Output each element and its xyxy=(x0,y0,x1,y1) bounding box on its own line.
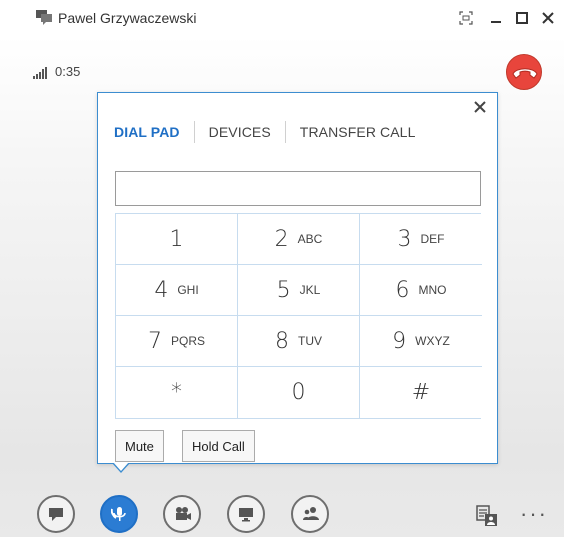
key-letters: ABC xyxy=(297,232,323,246)
signal-strength-icon xyxy=(33,66,49,79)
hang-up-icon xyxy=(512,68,538,79)
tab-devices[interactable]: DEVICES xyxy=(209,124,271,140)
tab-transfer-call[interactable]: TRANSFER CALL xyxy=(300,124,416,140)
monitor-icon xyxy=(239,508,253,522)
key-letters: WXYZ xyxy=(415,334,450,348)
key-letters: DEF xyxy=(420,232,445,246)
popup-pointer-inner xyxy=(113,462,129,471)
call-controls-button[interactable] xyxy=(100,495,138,533)
key-letters: MNO xyxy=(418,283,447,297)
key-7[interactable]: 7 PQRS xyxy=(116,316,238,367)
key-hash[interactable]: # xyxy=(360,367,482,418)
keypad: 1 2 ABC 3 DEF 4 GHI 5 JKL 6 MNO 7 PQRS 8 TUV 9W… xyxy=(115,213,482,419)
key-star[interactable]: * xyxy=(116,367,238,418)
key-digit: 3 xyxy=(397,226,412,252)
key-letters: GHI xyxy=(177,283,199,297)
key-letters: TUV xyxy=(298,334,322,348)
call-duration: 0:35 xyxy=(55,64,81,79)
window-title: Pawel Grzywaczewski xyxy=(58,10,197,26)
key-0[interactable]: 0 xyxy=(238,367,360,418)
mute-button[interactable]: Mute xyxy=(115,430,164,462)
participants-button[interactable] xyxy=(291,495,329,533)
contact-card-icon[interactable] xyxy=(476,505,498,527)
close-popup-icon[interactable] xyxy=(474,100,486,113)
phone-microphone-icon xyxy=(111,507,126,521)
key-digit: 1 xyxy=(169,226,184,252)
key-3[interactable]: 3 DEF xyxy=(360,214,482,265)
key-digit: 4 xyxy=(154,277,169,303)
key-digit: # xyxy=(411,380,431,405)
conversation-icon xyxy=(35,9,53,25)
title-bar: Pawel Grzywaczewski xyxy=(0,0,564,36)
dial-number-input[interactable] xyxy=(115,171,481,206)
tab-divider xyxy=(284,121,286,143)
key-digit: 8 xyxy=(275,328,289,354)
tab-dial-pad[interactable]: DIAL PAD xyxy=(114,124,180,140)
key-2[interactable]: 2 ABC xyxy=(238,214,360,265)
close-window-icon[interactable] xyxy=(538,8,558,28)
key-digit: 7 xyxy=(147,328,162,354)
video-camera-icon xyxy=(176,507,191,520)
key-1[interactable]: 1 xyxy=(116,214,238,265)
key-digit: * xyxy=(171,380,182,405)
im-button[interactable] xyxy=(37,495,75,533)
hold-call-button[interactable]: Hold Call xyxy=(182,430,255,462)
full-screen-icon[interactable] xyxy=(456,8,476,28)
present-button[interactable] xyxy=(227,495,265,533)
key-letters: PQRS xyxy=(170,334,205,348)
key-digit: 5 xyxy=(276,277,291,303)
chat-icon xyxy=(49,508,63,521)
key-9[interactable]: 9 WXYZ xyxy=(360,316,482,367)
maximize-icon[interactable] xyxy=(512,8,532,28)
key-letters: JKL xyxy=(299,283,321,297)
key-8[interactable]: 8 TUV xyxy=(238,316,360,367)
key-digit: 9 xyxy=(392,328,407,354)
key-digit: 6 xyxy=(395,277,410,303)
dial-pad-tabs: DIAL PAD DEVICES TRANSFER CALL xyxy=(114,121,416,143)
minimize-icon[interactable] xyxy=(486,8,506,28)
video-button[interactable] xyxy=(163,495,201,533)
more-options-button[interactable]: ··· xyxy=(520,501,548,527)
key-4[interactable]: 4 GHI xyxy=(116,265,238,316)
hang-up-button[interactable] xyxy=(506,54,542,90)
key-5[interactable]: 5 JKL xyxy=(238,265,360,316)
key-digit: 0 xyxy=(291,380,306,405)
people-icon xyxy=(303,507,319,520)
key-digit: 2 xyxy=(274,226,289,252)
tab-divider xyxy=(193,121,195,143)
key-6[interactable]: 6 MNO xyxy=(360,265,482,316)
